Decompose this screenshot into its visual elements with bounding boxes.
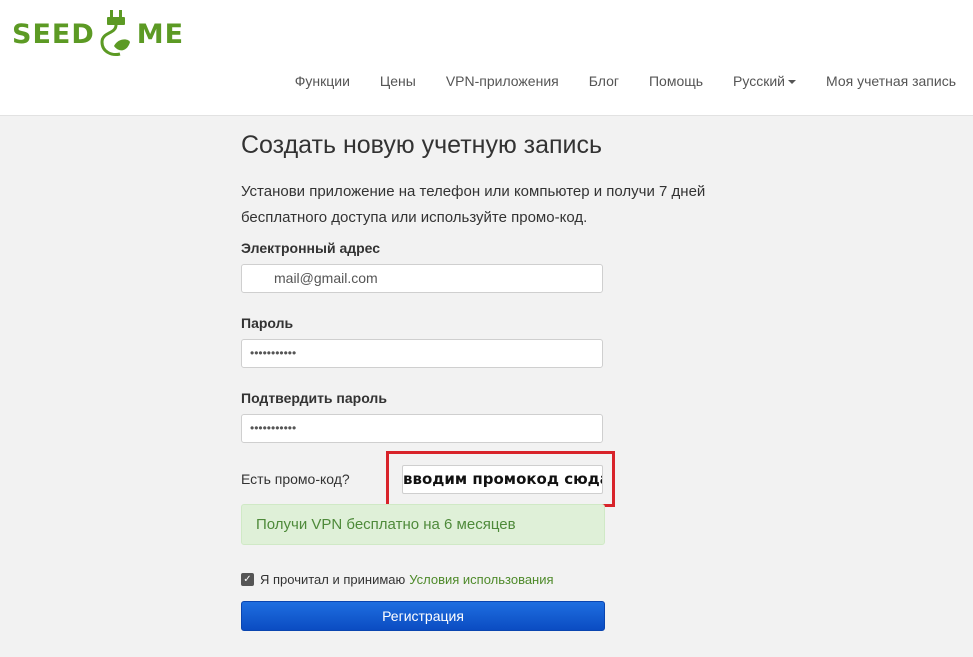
nav-item-features[interactable]: Функции bbox=[295, 73, 350, 93]
confirm-password-label: Подтвердить пароль bbox=[241, 390, 387, 406]
page-lead: Установи приложение на телефон или компь… bbox=[241, 183, 706, 226]
email-field[interactable]: mail@gmail.com bbox=[241, 264, 603, 293]
site-header: SEED ME Функции Цены VPN-приложения Блог… bbox=[0, 0, 973, 116]
password-field[interactable]: ••••••••••• bbox=[241, 339, 603, 368]
logo[interactable]: SEED ME bbox=[12, 8, 184, 60]
main-nav: Функции Цены VPN-приложения Блог Помощь … bbox=[265, 73, 956, 93]
register-button[interactable]: Регистрация bbox=[241, 601, 605, 631]
password-label: Пароль bbox=[241, 315, 294, 331]
promo-info-alert: Получи VPN бесплатно на 6 месяцев bbox=[241, 504, 605, 545]
plug-logo-icon bbox=[100, 10, 130, 56]
nav-item-prices[interactable]: Цены bbox=[380, 73, 416, 93]
promo-label: Есть промо-код? bbox=[241, 471, 350, 487]
caret-down-icon bbox=[788, 80, 796, 85]
nav-item-account[interactable]: Моя учетная запись bbox=[826, 73, 956, 93]
logo-text-left: SEED bbox=[12, 18, 95, 50]
terms-link[interactable]: Условия использования bbox=[409, 572, 553, 587]
page-title: Создать новую учетную запись bbox=[241, 131, 603, 159]
language-label: Русский bbox=[733, 73, 785, 89]
language-dropdown[interactable]: Русский bbox=[733, 73, 796, 93]
email-label: Электронный адрес bbox=[241, 240, 381, 256]
terms-text: Я прочитал и принимаю bbox=[260, 572, 406, 587]
terms-checkbox[interactable]: ✓ bbox=[241, 573, 254, 586]
confirm-password-field[interactable]: ••••••••••• bbox=[241, 414, 603, 443]
nav-item-help[interactable]: Помощь bbox=[649, 73, 703, 93]
nav-item-vpn-apps[interactable]: VPN-приложения bbox=[446, 73, 559, 93]
nav-item-blog[interactable]: Блог bbox=[589, 73, 619, 93]
promo-code-field[interactable]: вводим промокод сюда bbox=[402, 465, 603, 494]
check-icon: ✓ bbox=[243, 574, 252, 585]
terms-row: ✓ Я прочитал и принимаю Условия использо… bbox=[241, 572, 554, 587]
logo-text-right: ME bbox=[136, 18, 185, 50]
